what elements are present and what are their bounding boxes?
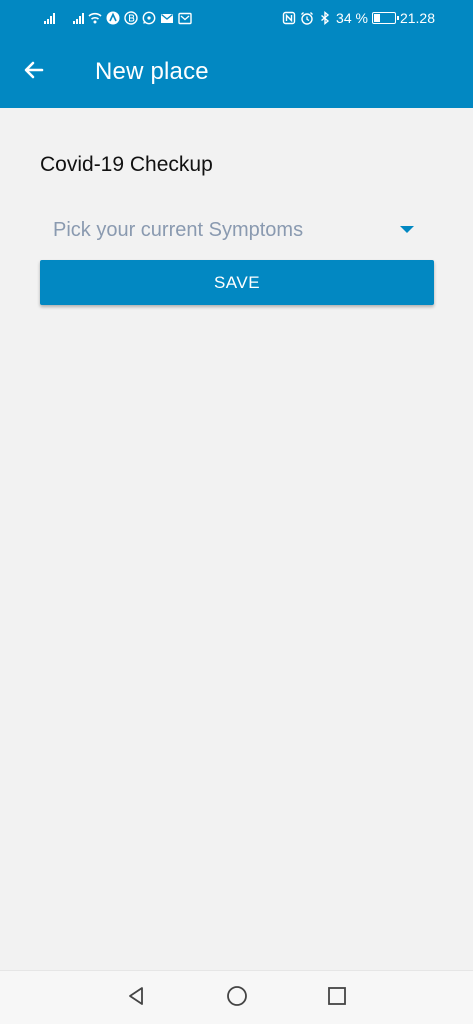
section-title: Covid-19 Checkup: [40, 153, 213, 176]
battery-icon: [371, 12, 399, 24]
signal-icon: [44, 12, 55, 24]
back-triangle-icon: [125, 985, 147, 1012]
caret-down-icon: [400, 226, 414, 233]
symptoms-dropdown[interactable]: Pick your current Symptoms: [40, 210, 434, 250]
system-nav-bar: [0, 970, 473, 1024]
app-bar: New place: [0, 36, 473, 108]
status-icons-right: 34 % 21.28: [282, 10, 435, 26]
nav-home-button[interactable]: [222, 983, 252, 1013]
save-button[interactable]: SAVE: [40, 260, 434, 305]
home-circle-icon: [226, 985, 248, 1012]
signal-icon: [73, 12, 84, 24]
mail-icon: [178, 11, 192, 25]
mail-icon: [160, 11, 174, 25]
status-bar: 34 % 21.28: [0, 0, 473, 36]
app-b-icon: [124, 11, 138, 25]
symptoms-placeholder: Pick your current Symptoms: [53, 219, 304, 241]
app-a-icon: [106, 11, 120, 25]
arrow-left-icon: [22, 58, 46, 87]
whatsapp-icon: [142, 11, 156, 25]
bluetooth-icon: [318, 11, 332, 25]
nav-recents-button[interactable]: [322, 983, 352, 1013]
nav-back-button[interactable]: [121, 983, 151, 1013]
clock: 21.28: [399, 10, 435, 26]
alarm-icon: [300, 11, 314, 25]
recents-square-icon: [326, 985, 348, 1012]
battery-percent: 34 %: [336, 10, 368, 26]
wifi-icon: [88, 11, 102, 25]
page-title: New place: [95, 58, 209, 85]
nfc-icon: [282, 11, 296, 25]
back-button[interactable]: [16, 54, 52, 90]
status-icons-left: [44, 10, 192, 26]
